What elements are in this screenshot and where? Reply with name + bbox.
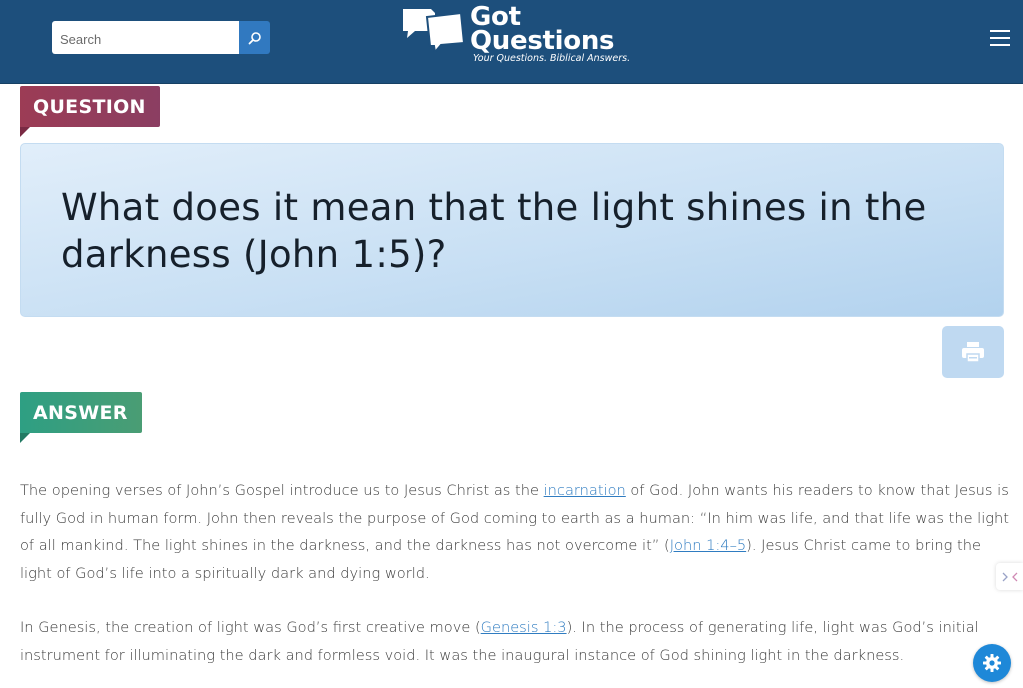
hamburger-menu-button[interactable]: [988, 28, 1012, 48]
site-logo[interactable]: Got Questions Your Questions. Biblical A…: [401, 3, 641, 69]
logo-word-questions: Questions: [470, 26, 615, 56]
shrink-arrows-icon: [1002, 572, 1017, 581]
settings-button[interactable]: [973, 644, 1011, 682]
question-label: QUESTION: [20, 86, 160, 137]
question-title: What does it mean that the light shines …: [61, 186, 927, 276]
logo-tagline: Your Questions. Biblical Answers.: [473, 53, 631, 64]
printer-icon: [962, 342, 984, 363]
gear-icon: [983, 654, 1001, 672]
hamburger-menu-icon: [990, 30, 1010, 46]
answer-paragraph: The opening verses of John’s Gospel intr…: [20, 477, 1010, 587]
side-widget-button[interactable]: [996, 563, 1023, 590]
question-box: What does it mean that the light shines …: [20, 143, 1004, 317]
answer-body: The opening verses of John’s Gospel intr…: [20, 477, 1010, 688]
incarnation-link[interactable]: incarnation: [544, 482, 626, 499]
john-1-4-5-link[interactable]: John 1:4–5: [670, 537, 746, 554]
page: Got Questions Your Questions. Biblical A…: [0, 0, 1023, 688]
question-label-text: QUESTION: [20, 86, 160, 127]
genesis-1-3-link[interactable]: Genesis 1:3: [481, 619, 567, 636]
answer-label: ANSWER: [20, 392, 142, 443]
answer-label-text: ANSWER: [20, 392, 142, 433]
search-input[interactable]: [52, 21, 239, 54]
answer-text: The opening verses of John’s Gospel intr…: [20, 482, 544, 499]
search-bar: [52, 21, 270, 54]
site-header: Got Questions Your Questions. Biblical A…: [0, 0, 1023, 84]
question-label-tail: [20, 127, 30, 137]
search-button[interactable]: [239, 21, 270, 54]
answer-label-tail: [20, 433, 30, 443]
print-button[interactable]: [942, 326, 1004, 378]
answer-paragraph: In Genesis, the creation of light was Go…: [20, 614, 1010, 669]
search-icon: [248, 31, 261, 44]
answer-text: In Genesis, the creation of light was Go…: [20, 619, 481, 636]
speech-bubbles-logo-icon: [403, 9, 466, 53]
